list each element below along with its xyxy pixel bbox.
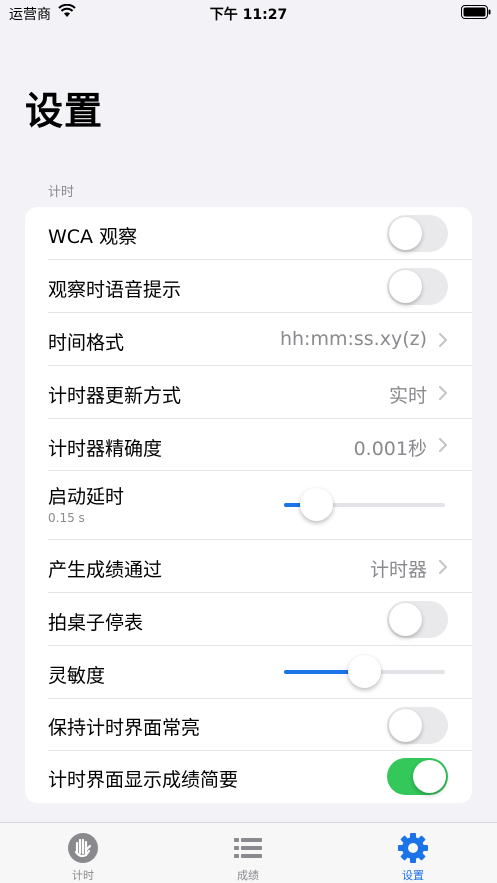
gear-icon <box>398 833 428 863</box>
row-precision[interactable]: 计时器精确度 0.001秒 <box>25 419 472 471</box>
chevron-right-icon <box>439 560 447 574</box>
status-bar: 运营商 下午 11:27 <box>0 0 497 26</box>
chevron-right-icon <box>439 438 447 452</box>
chevron-right-icon <box>439 386 447 400</box>
row-show-summary: 计时界面显示成绩简要 <box>25 751 472 803</box>
row-label: 产生成绩通过 <box>48 559 163 581</box>
row-label: 计时器更新方式 <box>48 385 182 407</box>
row-label: 灵敏度 <box>48 665 106 687</box>
battery-icon <box>461 5 491 19</box>
row-label: 计时界面显示成绩简要 <box>48 769 239 791</box>
tab-results[interactable]: 成绩 <box>198 823 298 883</box>
row-keep-awake: 保持计时界面常亮 <box>25 699 472 751</box>
status-time: 下午 11:27 <box>209 7 288 23</box>
toggle-knob <box>389 217 422 250</box>
list-icon <box>234 838 262 858</box>
row-value: 0.001秒 <box>353 438 427 460</box>
row-label: 启动延时 <box>48 486 125 508</box>
row-tap-stop: 拍桌子停表 <box>25 593 472 646</box>
voice-prompt-toggle[interactable] <box>387 268 448 305</box>
start-delay-slider[interactable] <box>284 488 445 521</box>
row-wca-inspection: WCA 观察 <box>25 207 472 260</box>
row-value: 计时器 <box>369 559 427 581</box>
row-label: WCA 观察 <box>48 226 138 248</box>
show-summary-toggle[interactable] <box>387 758 448 795</box>
section-header: 计时 <box>48 185 75 200</box>
toggle-knob <box>413 760 446 793</box>
slider-thumb[interactable] <box>348 655 381 688</box>
hand-timer-icon <box>68 833 98 863</box>
chevron-right-icon <box>439 333 447 347</box>
toggle-knob <box>389 270 422 303</box>
toggle-knob <box>389 709 422 742</box>
row-label: 保持计时界面常亮 <box>48 717 201 739</box>
row-update-mode[interactable]: 计时器更新方式 实时 <box>25 366 472 419</box>
row-label: 拍桌子停表 <box>48 612 144 634</box>
page-title: 设置 <box>25 89 104 133</box>
row-sensitivity: 灵敏度 <box>25 646 472 699</box>
sensitivity-slider[interactable] <box>284 655 445 688</box>
tab-settings[interactable]: 设置 <box>363 823 463 883</box>
tab-timer[interactable]: 计时 <box>33 823 133 883</box>
tab-label: 设置 <box>402 869 424 882</box>
settings-card: WCA 观察 观察时语音提示 时间格式 hh:mm:ss.xy(z) 计时器更新… <box>25 207 472 803</box>
row-value: 实时 <box>388 385 427 407</box>
keep-awake-toggle[interactable] <box>387 707 448 744</box>
tap-stop-toggle[interactable] <box>387 601 448 638</box>
row-label: 时间格式 <box>48 332 125 354</box>
slider-thumb[interactable] <box>300 488 333 521</box>
row-result-by[interactable]: 产生成绩通过 计时器 <box>25 540 472 593</box>
tab-label: 计时 <box>72 869 94 882</box>
row-label: 计时器精确度 <box>48 438 163 460</box>
row-label: 观察时语音提示 <box>48 279 182 301</box>
row-start-delay: 启动延时 0.15 s <box>25 471 472 540</box>
row-voice-prompt: 观察时语音提示 <box>25 260 472 313</box>
start-delay-value: 0.15 s <box>48 511 85 525</box>
wca-inspection-toggle[interactable] <box>387 215 448 252</box>
row-time-format[interactable]: 时间格式 hh:mm:ss.xy(z) <box>25 313 472 366</box>
toggle-knob <box>389 603 422 636</box>
row-value: hh:mm:ss.xy(z) <box>279 328 427 350</box>
tab-bar: 计时 成绩 设置 <box>0 822 497 883</box>
tab-label: 成绩 <box>237 869 259 882</box>
